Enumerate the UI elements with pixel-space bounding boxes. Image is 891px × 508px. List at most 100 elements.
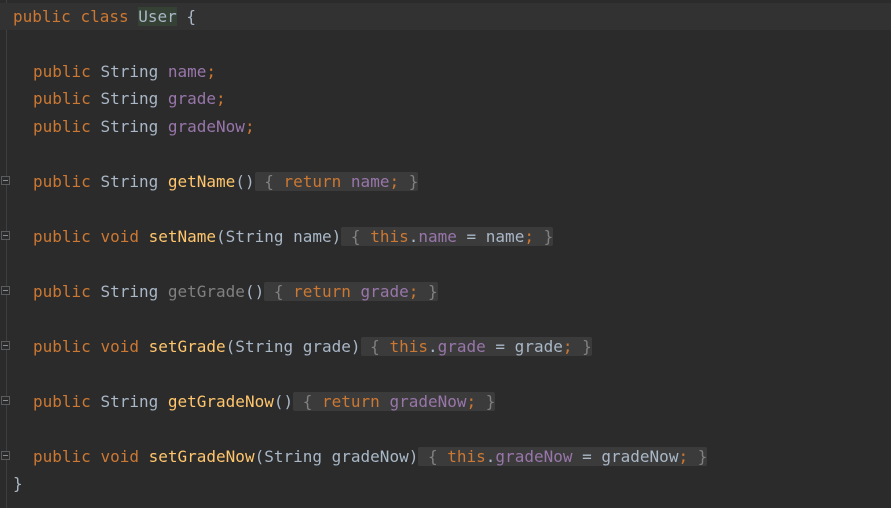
semicolon: ; (524, 227, 534, 246)
field-ref: grade (360, 282, 409, 301)
field-name: gradeNow (167, 117, 245, 136)
semicolon: ; (408, 282, 419, 301)
assignment: = name (456, 227, 525, 246)
method-params: () (235, 172, 255, 191)
keyword-this: this (447, 447, 486, 466)
keyword-this: this (389, 337, 428, 356)
type-name: String (100, 89, 159, 108)
code-line-getgrade[interactable]: public String getGrade() { return grade;… (0, 278, 891, 305)
class-declaration: public class User { (13, 3, 196, 30)
field-ref: name (418, 227, 457, 246)
body-close-brace: } (688, 447, 708, 466)
type-name: String (100, 62, 159, 81)
body-open-brace: { (254, 172, 274, 191)
open-brace: { (176, 7, 197, 26)
field-ref: grade (437, 337, 486, 356)
fold-toggle-icon[interactable] (1, 176, 10, 185)
fold-toggle-icon[interactable] (1, 341, 10, 350)
semicolon: ; (389, 172, 400, 191)
keyword-public: public (33, 172, 91, 191)
keyword-return: return (322, 392, 380, 411)
code-line-class-close[interactable]: } (0, 470, 891, 497)
folded-body[interactable]: { this.name = name; } (341, 227, 554, 246)
keyword-public: public (33, 447, 91, 466)
method-name: getGrade (167, 282, 245, 301)
body-close-brace: } (476, 392, 496, 411)
field-name: grade (167, 89, 217, 108)
keyword-public: public (33, 282, 91, 301)
method-params: (String grade) (225, 337, 361, 356)
type-name: String (100, 117, 159, 136)
keyword-public: public (33, 117, 91, 136)
method-name: setName (148, 227, 217, 246)
semicolon: ; (678, 447, 689, 466)
body-open-brace: { (293, 392, 313, 411)
code-editor[interactable]: public class User { public String name; … (0, 0, 891, 508)
field-declaration: public String grade; (33, 85, 226, 112)
method-name: setGrade (148, 337, 226, 356)
body-open-brace: { (360, 337, 380, 356)
return-type: void (100, 447, 139, 466)
return-type: String (100, 282, 159, 301)
folded-body[interactable]: { return name; } (254, 172, 419, 191)
code-line-field-gradenow[interactable]: public String gradeNow; (0, 113, 891, 140)
method-params: () (244, 282, 265, 301)
body-close-brace: } (572, 337, 592, 356)
code-line-field-name[interactable]: public String name; (0, 58, 891, 85)
keyword-public: public (33, 62, 91, 81)
fold-toggle-icon[interactable] (1, 286, 10, 295)
code-line-setgrade[interactable]: public void setGrade(String grade) { thi… (0, 333, 891, 360)
field-ref: gradeNow (389, 392, 467, 411)
return-type: String (100, 392, 159, 411)
return-type: String (100, 172, 159, 191)
code-line-setname[interactable]: public void setName(String name) { this.… (0, 223, 891, 250)
semicolon: ; (466, 392, 477, 411)
field-declaration: public String name; (33, 58, 216, 85)
code-line-getgradenow[interactable]: public String getGradeNow() { return gra… (0, 388, 891, 415)
keyword-this: this (370, 227, 409, 246)
body-close-brace: } (418, 282, 438, 301)
body-close-brace: } (533, 227, 554, 246)
field-declaration: public String gradeNow; (33, 113, 255, 140)
method-name: getGradeNow (167, 392, 274, 411)
field-ref: name (350, 172, 390, 191)
keyword-public: public (33, 337, 91, 356)
keyword-public: public (33, 392, 91, 411)
code-line-field-grade[interactable]: public String grade; (0, 85, 891, 112)
method-name: setGradeNow (148, 447, 255, 466)
body-close-brace: } (399, 172, 419, 191)
method-declaration: public void setGrade(String grade) { thi… (33, 333, 592, 360)
fold-toggle-icon[interactable] (1, 231, 10, 240)
method-declaration: public String getGradeNow() { return gra… (33, 388, 496, 415)
method-name: getName (167, 172, 236, 191)
body-open-brace: { (341, 227, 361, 246)
assignment: = grade (485, 337, 563, 356)
folded-body[interactable]: { this.grade = grade; } (360, 337, 592, 356)
body-open-brace: { (264, 282, 284, 301)
fold-toggle-icon[interactable] (1, 451, 10, 460)
method-declaration: public String getGrade() { return grade;… (33, 278, 438, 305)
folded-body[interactable]: { this.gradeNow = gradeNow; } (418, 447, 708, 466)
method-params: () (273, 392, 294, 411)
code-line-getname[interactable]: public String getName() { return name; } (0, 168, 891, 195)
assignment: = gradeNow (572, 447, 679, 466)
class-name: User (138, 7, 177, 26)
class-close-brace: } (13, 474, 23, 493)
fold-toggle-icon[interactable] (1, 396, 10, 405)
code-line-class-decl[interactable]: public class User { (0, 3, 891, 30)
keyword-class: class (80, 7, 129, 26)
method-params: (String gradeNow) (254, 447, 419, 466)
code-line-setgradenow[interactable]: public void setGradeNow(String gradeNow)… (0, 443, 891, 470)
folded-body[interactable]: { return gradeNow; } (293, 392, 496, 411)
keyword-public: public (13, 7, 71, 26)
semicolon: ; (244, 117, 255, 136)
field-name: name (167, 62, 207, 81)
body-open-brace: { (418, 447, 438, 466)
return-type: void (100, 337, 139, 356)
method-declaration: public void setGradeNow(String gradeNow)… (33, 443, 708, 470)
return-type: void (100, 227, 139, 246)
folded-body[interactable]: { return grade; } (264, 282, 438, 301)
dot: . (408, 227, 419, 246)
method-params: (String name) (216, 227, 342, 246)
keyword-public: public (33, 227, 91, 246)
